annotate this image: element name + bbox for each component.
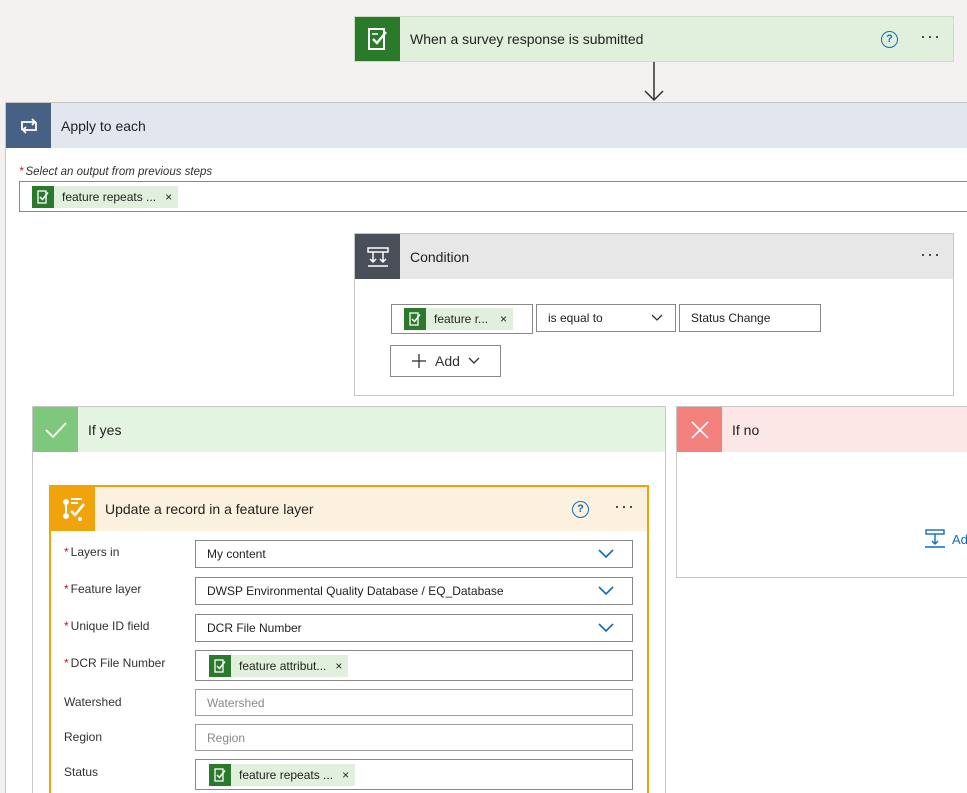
if-no-add-action-button[interactable]: Ad — [924, 529, 967, 549]
help-icon[interactable]: ? — [572, 500, 590, 518]
region-input[interactable]: Region — [195, 724, 633, 751]
if-no-branch[interactable]: If no — [676, 406, 967, 578]
dcr-file-number-label: * DCR File Number — [64, 656, 166, 670]
survey-token-icon — [404, 308, 426, 330]
if-yes-title: If yes — [88, 421, 122, 438]
status-token[interactable]: feature repeats ... × — [209, 763, 356, 786]
feature-layer-select[interactable]: DWSP Environmental Quality Database / EQ… — [195, 577, 633, 605]
feature-layer-label: * Feature layer — [64, 582, 142, 596]
status-field[interactable]: feature repeats ... × — [195, 759, 633, 790]
select-output-field[interactable]: feature repeats ... × — [19, 181, 967, 212]
plus-icon — [412, 354, 427, 368]
layers-in-label: * Layers in — [64, 545, 120, 559]
arcgis-feature-icon — [51, 487, 95, 531]
add-action-icon — [925, 529, 945, 548]
chevron-down-icon — [598, 623, 614, 633]
if-no-title: If no — [732, 421, 760, 438]
condition-token[interactable]: feature r... × — [404, 308, 514, 330]
select-output-label: * Select an output from previous steps — [19, 166, 213, 178]
status-label: Status — [64, 765, 99, 779]
chevron-down-icon — [598, 586, 614, 596]
connector-arrow-icon — [644, 62, 664, 102]
trigger-title: When a survey response is submitted — [410, 31, 644, 47]
more-options-icon[interactable]: ··· — [920, 27, 941, 47]
condition-add-button[interactable]: Add — [390, 345, 501, 377]
remove-token-icon[interactable]: × — [342, 768, 349, 782]
more-options-icon[interactable]: ··· — [920, 245, 941, 265]
dcr-token[interactable]: feature attribut... × — [209, 654, 349, 677]
watershed-input[interactable]: Watershed — [195, 689, 633, 716]
more-options-icon[interactable]: ··· — [614, 497, 635, 517]
unique-id-select[interactable]: DCR File Number — [195, 614, 633, 642]
help-icon[interactable]: ? — [881, 30, 899, 48]
apply-to-each-title: Apply to each — [61, 117, 146, 134]
region-label: Region — [64, 730, 103, 744]
condition-value-input[interactable]: Status Change — [679, 304, 821, 332]
output-token[interactable]: feature repeats ... × — [32, 185, 179, 208]
survey-token-icon — [32, 185, 54, 208]
trigger-card[interactable]: When a survey response is submitted ? ··… — [354, 16, 954, 62]
condition-title: Condition — [410, 248, 470, 265]
chevron-down-icon — [598, 549, 614, 559]
chevron-down-icon — [651, 314, 663, 321]
remove-token-icon[interactable]: × — [500, 312, 507, 326]
condition-icon — [355, 234, 400, 279]
dcr-file-number-field[interactable]: feature attribut... × — [195, 650, 633, 681]
condition-operator-select[interactable]: is equal to — [536, 304, 676, 332]
condition-left-operand[interactable]: feature r... × — [391, 304, 533, 334]
survey-token-icon — [209, 654, 231, 677]
remove-token-icon[interactable]: × — [335, 659, 342, 673]
watershed-label: Watershed — [64, 695, 122, 709]
unique-id-label: * Unique ID field — [64, 619, 150, 633]
close-icon — [677, 407, 722, 452]
survey-token-icon — [209, 763, 231, 786]
remove-token-icon[interactable]: × — [165, 190, 172, 204]
layers-in-select[interactable]: My content — [195, 540, 633, 568]
update-record-title: Update a record in a feature layer — [105, 501, 314, 517]
loop-icon — [6, 103, 51, 148]
check-icon — [33, 407, 78, 452]
survey-icon — [355, 17, 400, 61]
chevron-down-icon — [468, 357, 480, 364]
